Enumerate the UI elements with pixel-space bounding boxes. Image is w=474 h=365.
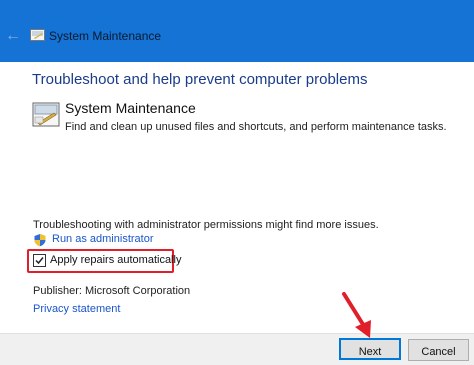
troubleshooter-content: Troubleshoot and help prevent computer p… xyxy=(0,62,474,333)
footer-bar: Next Cancel xyxy=(0,333,474,365)
maintenance-tool-icon xyxy=(32,102,60,127)
apply-repairs-checkbox[interactable] xyxy=(33,254,46,267)
title-bar: ← System Maintenance xyxy=(0,0,474,62)
back-button[interactable]: ← xyxy=(2,24,24,48)
apply-repairs-label[interactable]: Apply repairs automatically xyxy=(50,254,181,266)
page-heading: Troubleshoot and help prevent computer p… xyxy=(32,71,368,88)
uac-shield-icon xyxy=(34,234,46,247)
run-as-administrator-link[interactable]: Run as administrator xyxy=(52,233,154,245)
left-arrow-icon: ← xyxy=(5,27,21,44)
item-description: Find and clean up unused files and short… xyxy=(65,121,447,133)
privacy-statement-link[interactable]: Privacy statement xyxy=(33,303,120,315)
red-arrow-icon xyxy=(342,292,371,338)
admin-note: Troubleshooting with administrator permi… xyxy=(33,219,379,231)
highlight-box: Apply repairs automatically xyxy=(27,249,181,273)
system-maintenance-app-icon xyxy=(30,29,45,41)
checkmark-icon xyxy=(35,257,44,265)
publisher-text: Publisher: Microsoft Corporation xyxy=(33,285,191,297)
cancel-button[interactable]: Cancel xyxy=(408,339,469,361)
item-title: System Maintenance xyxy=(65,100,196,116)
window-title: System Maintenance xyxy=(49,29,162,43)
